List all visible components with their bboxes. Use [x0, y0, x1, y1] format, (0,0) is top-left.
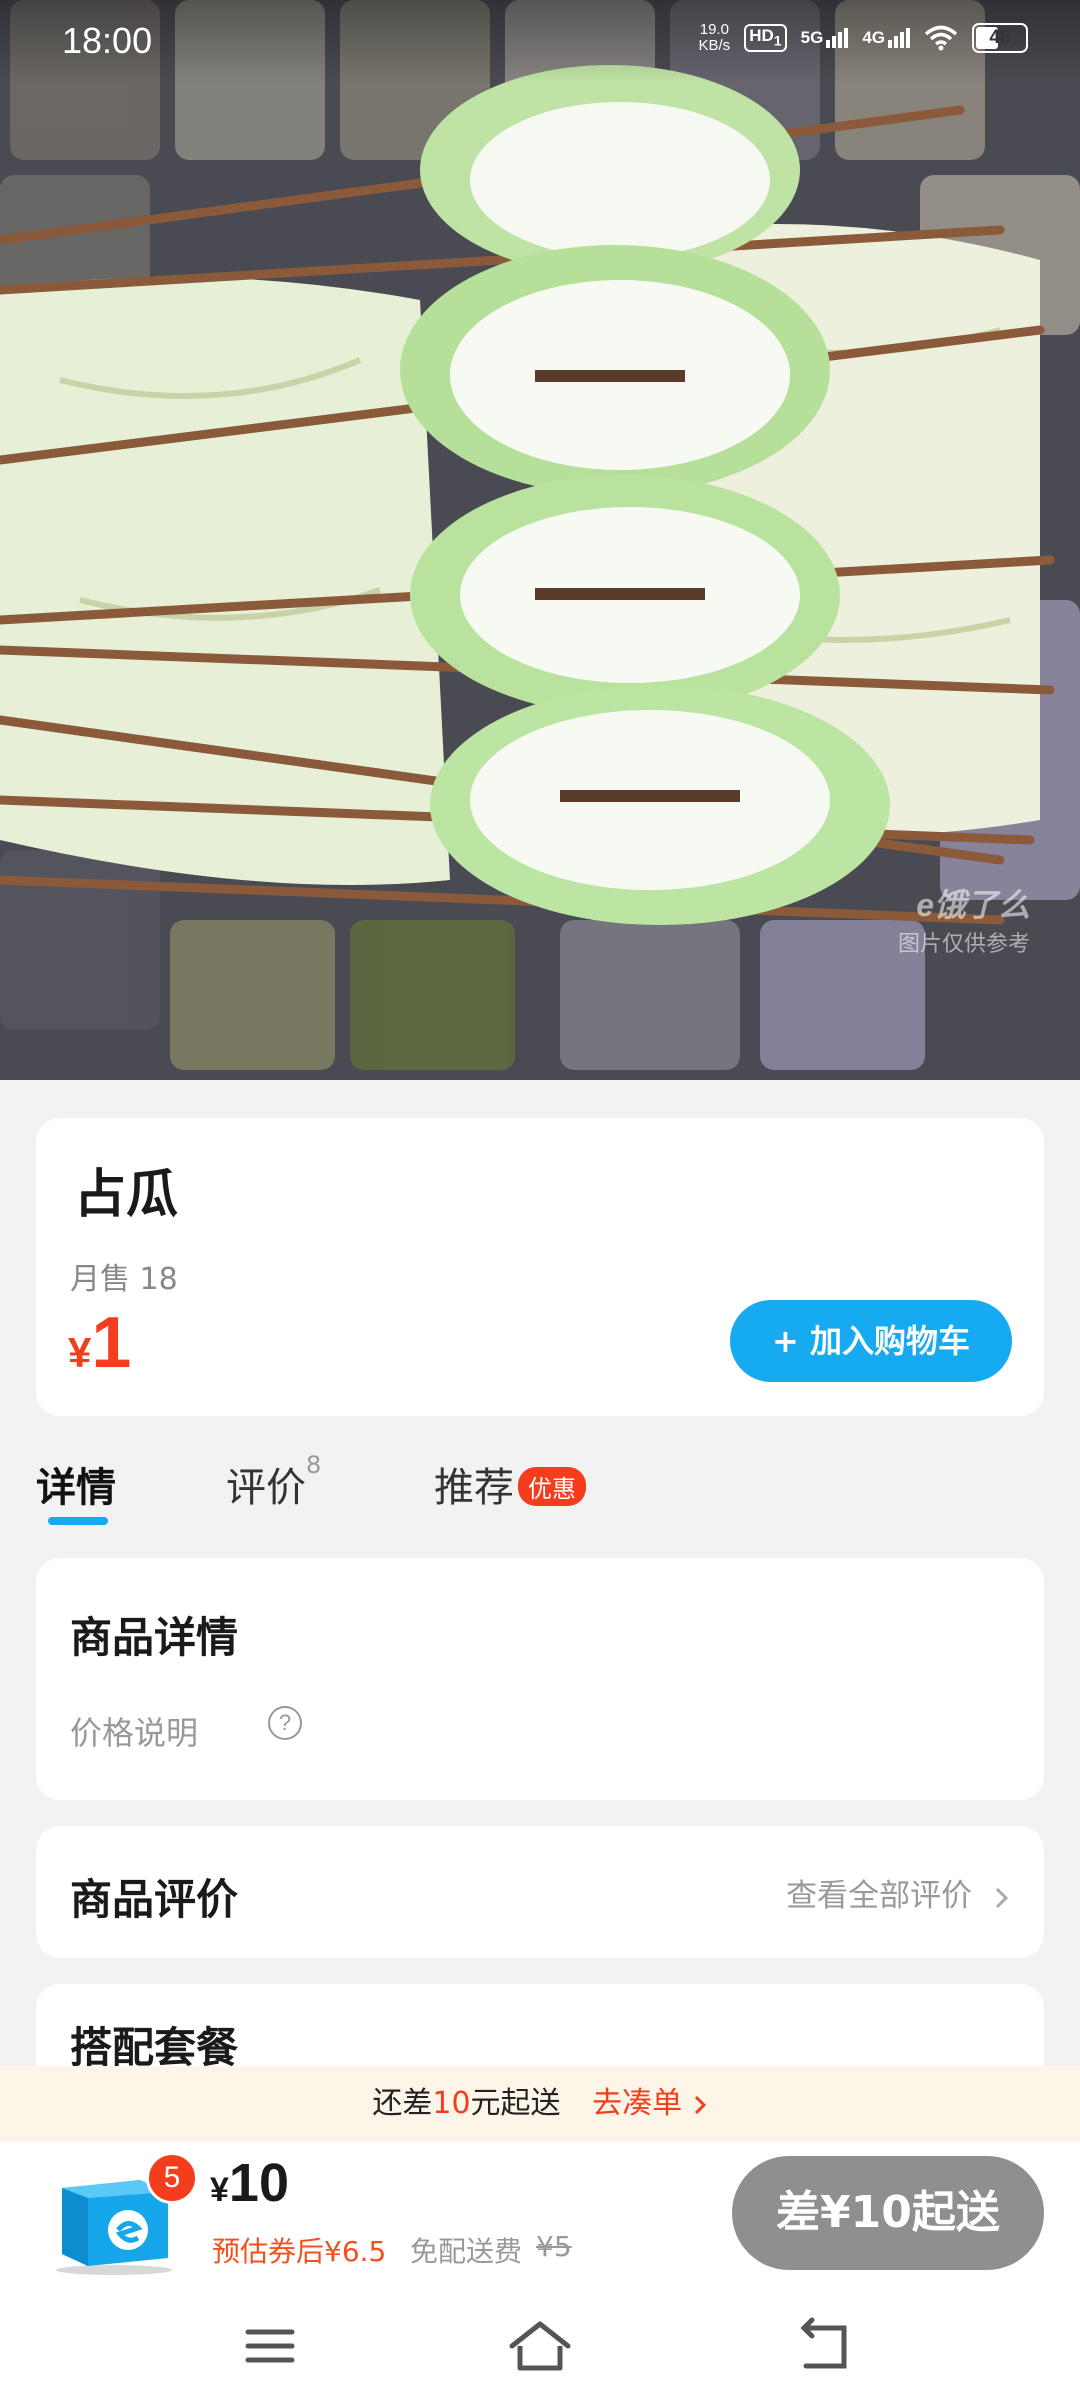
reviews-title: 商品评价: [70, 1875, 239, 1924]
product-price: ¥1: [68, 1302, 131, 1384]
chevron-right-icon: [694, 2095, 706, 2114]
cart-total-value: 10: [228, 2153, 289, 2213]
detail-tabs: 详情 评价8 推荐 优惠: [36, 1451, 1044, 1535]
min-order-suffix: 元起送: [470, 2086, 561, 2121]
delivery-fee-original: ¥5: [536, 2230, 572, 2263]
min-order-bar: 还差10元起送 去凑单: [0, 2066, 1080, 2142]
network-speed: 19.0 KB/s: [699, 22, 731, 54]
min-order-prefix: 还差: [372, 2086, 433, 2121]
chevron-right-icon: [995, 1887, 1009, 1908]
product-info-card: 占瓜 月售 18 ¥1 + 加入购物车: [36, 1118, 1044, 1416]
signal-5g-icon: 5G: [801, 28, 849, 48]
cart-bar: 5 ¥10 预估券后¥6.5 免配送费 ¥5 差¥10起送: [0, 2142, 1080, 2282]
question-circle-icon[interactable]: ?: [268, 1706, 302, 1740]
tab-active-indicator: [48, 1517, 108, 1525]
view-all-reviews-link[interactable]: 查看全部评价: [786, 1870, 1012, 1915]
home-icon[interactable]: [500, 2316, 580, 2376]
product-image[interactable]: e饿了么 图片仅供参考: [0, 0, 1080, 1080]
status-time: 18:00: [62, 20, 153, 61]
tab-recommend[interactable]: 推荐 优惠: [434, 1455, 586, 1513]
checkout-button[interactable]: 差¥10起送: [732, 2156, 1044, 2270]
wifi-icon: [924, 25, 958, 51]
add-to-cart-button[interactable]: + 加入购物车: [730, 1300, 1012, 1382]
status-bar: 18:00 19.0 KB/s HD1 5G 4G 46: [0, 0, 1080, 84]
watermark-logo: e饿了么: [916, 887, 1030, 923]
details-title: 商品详情: [70, 1613, 239, 1662]
cart-total-currency: ¥: [210, 2171, 229, 2209]
add-more-link[interactable]: 去凑单: [592, 2086, 708, 2121]
hd-icon: HD1: [744, 24, 787, 52]
tab-details-label: 详情: [36, 1465, 116, 1511]
product-details-card: 商品详情 价格说明 ?: [36, 1558, 1044, 1800]
cart-count-badge: 5: [146, 2152, 198, 2204]
hd-sub: 1: [773, 33, 782, 50]
back-icon[interactable]: [786, 2316, 866, 2376]
price-value: 1: [91, 1303, 132, 1383]
tab-reviews-label: 评价: [226, 1465, 306, 1511]
promo-badge: 优惠: [518, 1466, 586, 1506]
product-reviews-card[interactable]: 商品评价 查看全部评价: [36, 1826, 1044, 1958]
view-all-label: 查看全部评价: [786, 1878, 973, 1914]
network-speed-value: 19.0: [699, 21, 729, 38]
signal-5g-label: 5G: [800, 28, 824, 47]
cart-total: ¥10: [210, 2152, 289, 2214]
tab-reviews-count: 8: [306, 1451, 322, 1479]
status-indicators: 19.0 KB/s HD1 5G 4G 46: [699, 22, 1028, 54]
tab-reviews[interactable]: 评价8: [226, 1451, 321, 1513]
signal-4g-icon: 4G: [862, 28, 910, 48]
add-more-label: 去凑单: [592, 2086, 683, 2121]
signal-4g-label: 4G: [862, 28, 885, 47]
tab-recommend-label: 推荐: [434, 1465, 514, 1511]
watermark-text: 图片仅供参考: [897, 931, 1030, 956]
price-currency: ¥: [68, 1329, 92, 1376]
delivery-fee-label: 免配送费: [410, 2235, 523, 2268]
menu-icon[interactable]: [230, 2316, 310, 2376]
battery-icon: 46: [972, 23, 1028, 53]
monthly-sales: 月售 18: [70, 1262, 178, 1297]
hd-label: HD: [749, 26, 774, 46]
estimated-price: 预估券后¥6.5: [212, 2235, 387, 2268]
tab-details[interactable]: 详情: [36, 1455, 116, 1525]
min-order-amount: 10: [432, 2086, 471, 2121]
image-watermark: e饿了么 图片仅供参考: [898, 880, 1030, 958]
price-note[interactable]: 价格说明: [70, 1708, 198, 1754]
battery-level: 46: [989, 27, 1011, 48]
product-name: 占瓜: [74, 1165, 179, 1225]
system-navigation-bar: [0, 2282, 1080, 2408]
network-speed-unit: KB/s: [698, 37, 731, 54]
